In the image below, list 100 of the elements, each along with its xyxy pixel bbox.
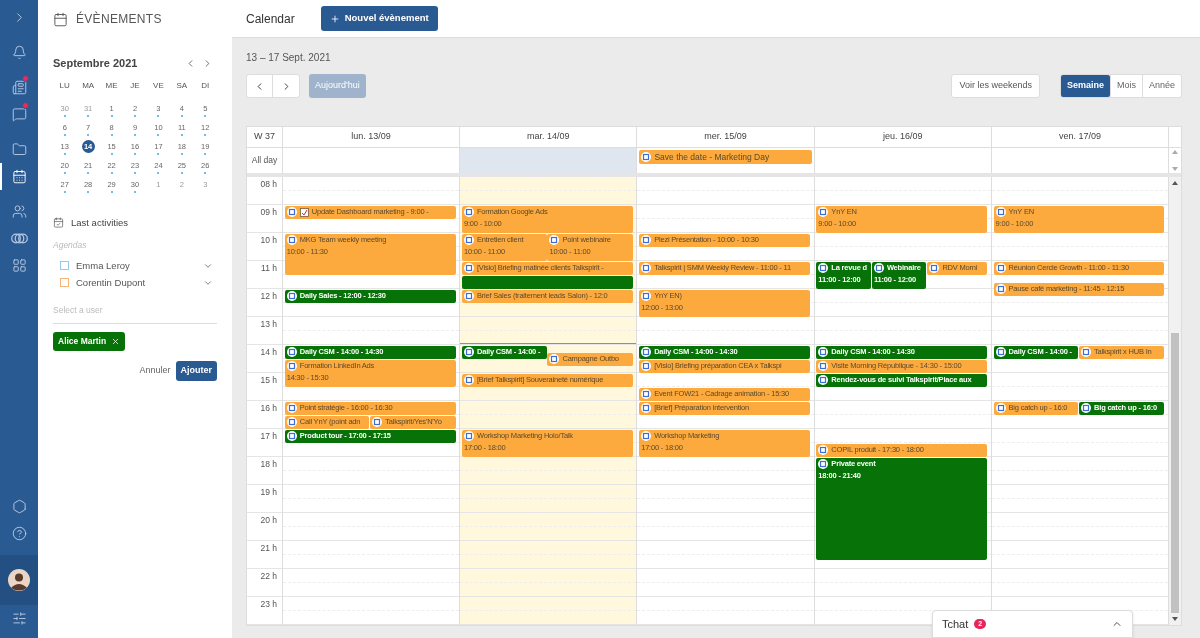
month-title: Septembre 2021 [53, 56, 138, 71]
hour-label: 23 h [260, 599, 277, 611]
calendar-icon [995, 347, 1006, 357]
calendar-icon [286, 347, 297, 357]
calendar-icon [818, 361, 829, 371]
avatar[interactable] [8, 569, 30, 591]
chat-icon[interactable] [11, 107, 27, 122]
show-weekends-button[interactable]: Voir les weekends [951, 74, 1040, 98]
weekday-label: VE [152, 79, 165, 92]
event-title: Save the date - Marketing Day [654, 150, 770, 164]
calendar-icon [463, 431, 474, 441]
hour-label: 12 h [260, 291, 277, 303]
hour-label: 09 h [260, 207, 277, 219]
calendar-icon [286, 431, 297, 441]
cancel-button[interactable]: Annuler [139, 364, 171, 378]
calendar-icon [641, 263, 652, 273]
calendar-icon [1081, 403, 1092, 413]
calendar-icon [641, 152, 652, 162]
calendar-icon [549, 354, 560, 364]
news-icon[interactable] [11, 80, 27, 95]
calendar-icon [641, 347, 652, 357]
remove-icon[interactable] [111, 336, 121, 346]
folder-icon[interactable] [11, 142, 27, 157]
calendar-icon [995, 207, 1006, 217]
calendar-icon [549, 235, 560, 245]
settings-icon[interactable] [11, 611, 27, 626]
panel-title: ÉVÈNEMENTS [76, 10, 162, 28]
view-tab[interactable]: Année [1141, 75, 1181, 97]
day-header: lun. 13/09 [283, 127, 461, 147]
calendar-icon [463, 207, 474, 217]
last-activities-link[interactable]: Last activities [71, 215, 129, 230]
calendar-icon [463, 291, 474, 301]
weekday-label: LU [58, 79, 71, 92]
hour-label: 13 h [260, 319, 277, 331]
calendar-icon [995, 403, 1006, 413]
calendar-icon [53, 11, 68, 27]
hour-label: 15 h [260, 375, 277, 387]
user-search-field[interactable]: Select a user [53, 304, 217, 324]
calendar-icon [995, 284, 1006, 294]
weekday-label: MA [81, 79, 96, 92]
calendar-icon [286, 235, 297, 245]
hour-label: 21 h [260, 543, 277, 555]
day-header: mer. 15/09 [637, 127, 815, 147]
weekday-label: SA [175, 79, 189, 92]
calendar-icon [818, 445, 829, 455]
day-header: jeu. 16/09 [814, 127, 992, 147]
bell-icon[interactable] [11, 45, 27, 60]
circles-icon[interactable] [10, 231, 28, 246]
agenda-checkbox[interactable] [60, 278, 69, 288]
calendar-icon [372, 417, 383, 427]
calendar-icon [286, 403, 297, 413]
hour-label: 18 h [260, 459, 277, 471]
agenda-checkbox[interactable] [60, 261, 69, 271]
hour-label: 17 h [260, 431, 277, 443]
calendar-icon [818, 263, 829, 273]
calendar-icon [641, 389, 652, 399]
calendar-icon [929, 263, 940, 273]
plus-icon [329, 13, 340, 24]
hour-label: 10 h [260, 235, 277, 247]
view-tab[interactable]: Semaine [1060, 75, 1110, 97]
hour-label: 11 h [261, 263, 277, 275]
calendar-icon [641, 291, 652, 301]
apps-icon[interactable] [11, 258, 27, 273]
settings-icon[interactable] [11, 499, 27, 514]
calendar-icon [995, 263, 1006, 273]
calendar-icon [286, 291, 297, 301]
calendar-icon [818, 347, 829, 357]
add-button[interactable]: Ajouter [175, 360, 217, 381]
calendar-icon [641, 235, 652, 245]
active-indicator [0, 163, 2, 190]
activity-icon [53, 217, 64, 229]
checklist-icon [299, 207, 309, 217]
people-icon[interactable] [11, 204, 27, 219]
user-chip[interactable]: Alice Martin [53, 331, 126, 351]
weekday-label: DI [200, 79, 211, 92]
hour-label: 16 h [260, 403, 277, 415]
all-day-event[interactable]: Save the date - Marketing Day [639, 150, 812, 164]
scrollbar[interactable] [1169, 177, 1181, 625]
weekday-label: JE [129, 79, 141, 92]
hour-label: 14 h [260, 347, 277, 359]
calendar-icon [818, 459, 829, 469]
new-event-button[interactable]: Nouvel évènement [320, 6, 438, 31]
hour-label: 19 h [260, 487, 277, 499]
weekday-label: ME [104, 79, 119, 92]
day-header: ven. 17/09 [991, 127, 1169, 147]
calendar-icon [873, 263, 884, 273]
view-tab[interactable]: Mois [1109, 75, 1142, 97]
hour-label: 20 h [260, 515, 277, 527]
calendar-icon [641, 361, 652, 371]
help-icon[interactable] [11, 526, 27, 541]
hour-label: 08 h [260, 179, 277, 191]
calendar-icon [463, 263, 474, 273]
calendar-icon [641, 403, 652, 413]
chat-label: Tchat [942, 616, 969, 632]
week-number: W 37 [247, 127, 283, 147]
agenda-name: Corentin Dupont [76, 275, 147, 290]
calendar-icon [1081, 347, 1092, 357]
calendar-icon[interactable] [11, 169, 27, 184]
scroll-up-icon[interactable] [1172, 181, 1178, 185]
scroll-down-icon[interactable] [1172, 617, 1178, 621]
